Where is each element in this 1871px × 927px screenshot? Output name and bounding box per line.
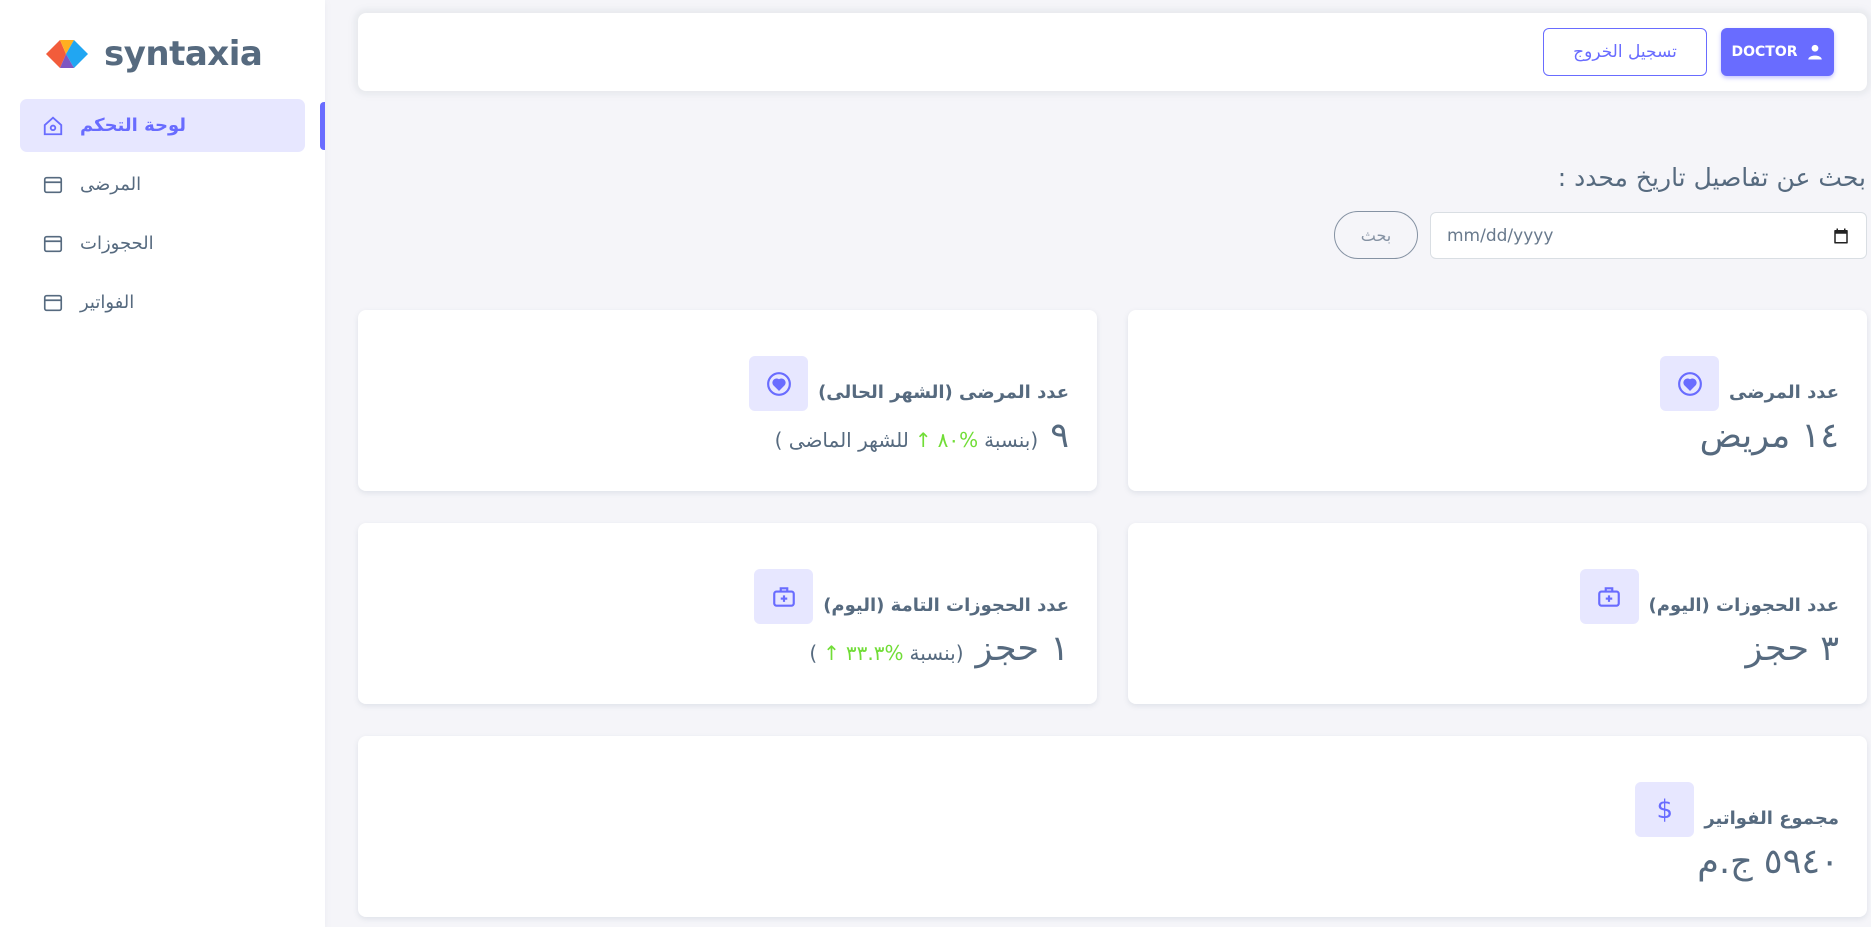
card-invoices-total: مجموع الفواتير $ ٥٩٤٠ ج.م [358,736,1867,917]
card-value: ١٤ مريض [1699,416,1839,456]
trend-percent: %٣٣.٣ [845,641,904,665]
card-label: عدد المرضى [1729,382,1839,403]
medical-kit-icon [754,569,814,624]
card-bookings-today: عدد الحجوزات (اليوم) ٣ حجز [1128,523,1867,704]
active-menu-indicator [320,102,325,150]
sidebar-menu: لوحة التحكم المرضى الحجوزات الفواتير [20,99,305,335]
medical-kit-icon [1579,569,1639,624]
heart-icon [1660,356,1719,411]
trend-percent: %٨٠ [937,428,979,452]
card-label: مجموع الفواتير [1704,808,1839,829]
sidebar-item-label: الحجوزات [80,233,154,254]
card-value: ٩ [1050,416,1069,456]
sidebar-item-label: لوحة التحكم [80,115,187,136]
dollar-icon: $ [1635,782,1695,837]
doctor-profile-button[interactable]: DOCTOR [1721,28,1834,76]
date-input[interactable]: mm/dd/yyyy [1430,212,1867,259]
logout-button[interactable]: تسجيل الخروج [1543,28,1707,76]
card-patients-total: عدد المرضى ١٤ مريض [1128,310,1867,491]
sidebar: syntaxia لوحة التحكم المرضى الحجوزات الف… [0,0,325,927]
home-icon [43,116,63,135]
calendar-icon[interactable] [1832,227,1850,245]
card-trend: (بنسبة %٨٠ ↑ للشهر الماضى ) [775,428,1039,452]
sidebar-item-dashboard[interactable]: لوحة التحكم [20,99,305,152]
sidebar-item-patients[interactable]: المرضى [20,158,305,211]
brand-logo-icon [46,40,88,68]
heart-icon [749,356,809,411]
card-value: ٥٩٤٠ ج.م [1697,842,1839,882]
layout-icon [43,176,63,193]
brand-logo[interactable]: syntaxia [44,34,263,74]
card-trend: (بنسبة %٣٣.٣ ↑ ) [809,641,963,665]
card-patients-month: عدد المرضى (الشهر الحالى) ٩ (بنسبة %٨٠ ↑… [358,310,1097,491]
trend-prefix: (بنسبة [909,641,964,665]
search-button[interactable]: بحث [1334,211,1418,259]
trend-suffix: ) [809,641,818,665]
card-label: عدد المرضى (الشهر الحالى) [818,382,1069,403]
arrow-up-icon: ↑ [914,428,932,452]
date-search-title: بحث عن تفاصيل تاريخ محدد : [1557,163,1866,192]
user-icon [1807,44,1822,60]
layout-icon [43,294,63,311]
card-label: عدد الحجوزات (اليوم) [1648,595,1839,616]
date-placeholder: mm/dd/yyyy [1447,225,1554,246]
top-navbar: تسجيل الخروج DOCTOR [358,13,1867,91]
card-value: ١ حجز [975,629,1069,669]
arrow-up-icon: ↑ [823,641,840,665]
trend-prefix: (بنسبة [984,428,1039,452]
layout-icon [43,235,63,252]
brand-name: syntaxia [104,34,263,74]
sidebar-item-invoices[interactable]: الفواتير [20,276,305,329]
card-value: ٣ حجز [1745,629,1839,669]
trend-suffix: للشهر الماضى ) [774,428,909,452]
role-label: DOCTOR [1731,44,1798,60]
sidebar-item-bookings[interactable]: الحجوزات [20,217,305,270]
card-label: عدد الحجوزات التامة (اليوم) [823,595,1069,616]
card-bookings-completed: عدد الحجوزات التامة (اليوم) ١ حجز (بنسبة… [358,523,1097,704]
sidebar-item-label: المرضى [80,174,142,195]
sidebar-item-label: الفواتير [80,292,135,313]
